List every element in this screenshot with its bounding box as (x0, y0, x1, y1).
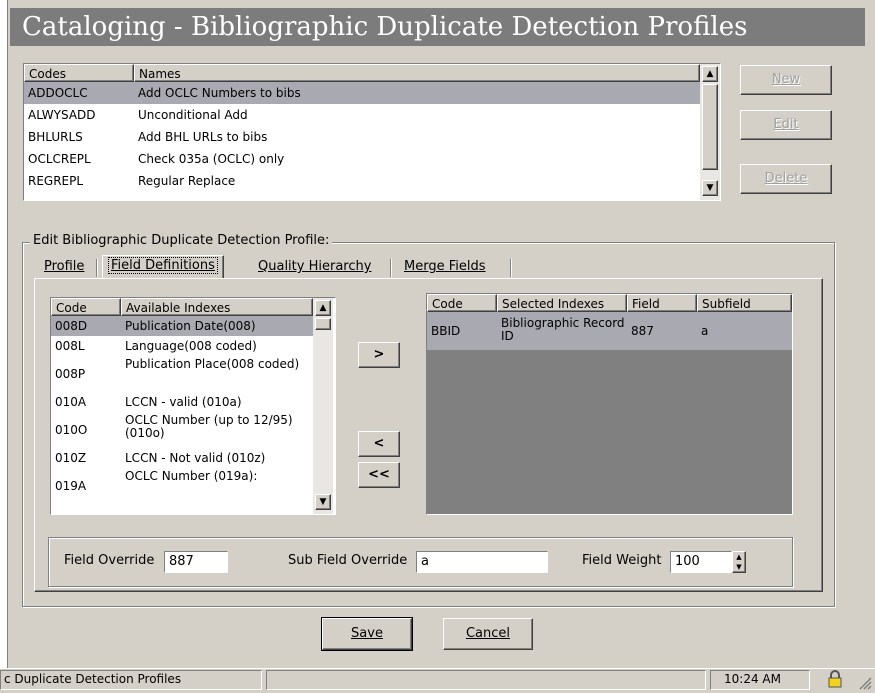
tab-profile[interactable]: Profile (38, 257, 90, 279)
field-override-label: Field Override (64, 553, 155, 568)
save-button[interactable]: Save (321, 617, 413, 651)
available-indexes-list[interactable]: Code Available Indexes 008D Publication D… (50, 297, 336, 515)
status-panel-empty (266, 670, 706, 690)
selected-list-header: Code Selected Indexes Field Subfield (427, 294, 792, 312)
field-weight-label: Field Weight (582, 553, 662, 568)
selected-index-name: Bibliographic Record ID (501, 316, 625, 343)
profile-name: Add OCLC Numbers to bibs (138, 86, 301, 100)
available-index-row[interactable]: 008P Publication Place(008 coded) (51, 356, 313, 392)
add-index-button[interactable]: > (358, 342, 400, 368)
column-header-codes[interactable]: Codes (24, 64, 134, 82)
column-header-code[interactable]: Code (51, 298, 121, 316)
edit-profile-group-label: Edit Bibliographic Duplicate Detection P… (30, 233, 333, 248)
selected-index-code: BBID (431, 324, 461, 338)
tab-separator (390, 259, 392, 277)
index-code: 008P (55, 367, 86, 381)
available-list-header: Code Available Indexes (51, 298, 313, 316)
tab-field-definitions[interactable]: Field Definitions (102, 255, 224, 279)
selected-index-row[interactable]: BBID Bibliographic Record ID 887 a (427, 312, 792, 350)
column-header-names[interactable]: Names (134, 64, 700, 82)
lock-icon (826, 670, 844, 688)
resize-grip-icon[interactable] (856, 674, 872, 690)
column-header-field[interactable]: Field (627, 294, 697, 312)
index-name: LCCN - valid (010a) (125, 395, 242, 409)
available-scrollbar[interactable]: ▲ ▼ (313, 298, 333, 514)
available-index-row[interactable]: 019A OCLC Number (019a): (51, 468, 313, 504)
index-code: 010A (55, 395, 87, 409)
profile-row[interactable]: REGREPL Regular Replace (24, 170, 700, 192)
selected-index-field: 887 (631, 324, 654, 338)
spin-up-icon[interactable]: ▲ (733, 552, 745, 562)
tab-separator (96, 259, 98, 277)
index-name: Publication Place(008 coded) (125, 357, 300, 371)
profile-code: ADDOCLC (28, 86, 88, 100)
column-header-selected-indexes[interactable]: Selected Indexes (497, 294, 627, 312)
index-name: Publication Date(008) (125, 319, 256, 333)
tab-quality-hierarchy[interactable]: Quality Hierarchy (252, 257, 377, 279)
index-code: 010Z (55, 451, 87, 465)
index-code: 019A (55, 479, 87, 493)
field-weight-spinner[interactable]: ▲ ▼ (732, 551, 746, 573)
column-header-available-indexes[interactable]: Available Indexes (121, 298, 313, 316)
profiles-list-header: Codes Names (24, 64, 700, 82)
index-code: 008D (55, 319, 88, 333)
field-override-input[interactable]: 887 (164, 551, 228, 573)
profiles-list[interactable]: Codes Names ADDOCLC Add OCLC Numbers to b… (23, 63, 721, 201)
profile-code: OCLCREPL (28, 152, 91, 166)
tab-separator (510, 259, 512, 277)
available-index-row[interactable]: 008L Language(008 coded) (51, 336, 313, 356)
profile-name: Regular Replace (138, 174, 236, 188)
profile-code: REGREPL (28, 174, 84, 188)
scroll-up-icon[interactable]: ▲ (315, 300, 331, 316)
profile-code: ALWYSADD (28, 108, 96, 122)
index-name: OCLC Number (up to 12/95) (010o) (125, 413, 293, 440)
selected-indexes-list[interactable]: Code Selected Indexes Field Subfield BBI… (426, 293, 793, 515)
field-weight-input[interactable]: 100 (670, 551, 732, 573)
new-button[interactable]: New (740, 65, 832, 95)
subfield-override-label: Sub Field Override (288, 553, 408, 568)
column-header-code[interactable]: Code (427, 294, 497, 312)
index-code: 008L (55, 339, 85, 353)
scroll-up-icon[interactable]: ▲ (702, 66, 718, 82)
profile-name: Add BHL URLs to bibs (138, 130, 268, 144)
page-title: Cataloging - Bibliographic Duplicate Det… (10, 8, 865, 46)
index-name: Language(008 coded) (125, 339, 257, 353)
profile-row[interactable]: ADDOCLC Add OCLC Numbers to bibs (24, 82, 700, 104)
cancel-button[interactable]: Cancel (443, 618, 533, 650)
tab-merge-fields[interactable]: Merge Fields (398, 257, 492, 279)
index-name: LCCN - Not valid (010z) (125, 451, 266, 465)
profile-row[interactable]: BHLURLS Add BHL URLs to bibs (24, 126, 700, 148)
profile-name: Unconditional Add (138, 108, 248, 122)
window-left-edge (0, 0, 8, 691)
edit-button[interactable]: Edit (740, 110, 832, 140)
profile-row[interactable]: OCLCREPL Check 035a (OCLC) only (24, 148, 700, 170)
spin-down-icon[interactable]: ▼ (733, 562, 745, 572)
selected-index-subfield: a (701, 324, 709, 338)
index-name: OCLC Number (019a): (125, 469, 258, 483)
scroll-down-icon[interactable]: ▼ (315, 494, 331, 510)
available-index-row[interactable]: 010Z LCCN - Not valid (010z) (51, 448, 313, 468)
profiles-scrollbar[interactable]: ▲ ▼ (700, 64, 720, 200)
remove-index-button[interactable]: < (358, 431, 400, 457)
delete-button[interactable]: Delete (740, 164, 832, 194)
profile-name: Check 035a (OCLC) only (138, 152, 285, 166)
status-text: c Duplicate Detection Profiles (4, 672, 182, 686)
subfield-override-input[interactable]: a (416, 551, 548, 573)
column-header-subfield[interactable]: Subfield (697, 294, 792, 312)
profile-row[interactable]: ALWYSADD Unconditional Add (24, 104, 700, 126)
scroll-thumb[interactable] (315, 318, 331, 330)
available-index-row[interactable]: 008D Publication Date(008) (51, 316, 313, 336)
available-index-row[interactable]: 010O OCLC Number (up to 12/95) (010o) (51, 412, 313, 448)
status-time: 10:24 AM (724, 672, 781, 686)
profile-code: BHLURLS (28, 130, 83, 144)
scroll-down-icon[interactable]: ▼ (702, 180, 718, 196)
remove-all-button[interactable]: << (358, 462, 400, 488)
scroll-thumb[interactable] (702, 84, 718, 170)
index-code: 010O (55, 423, 88, 437)
available-index-row[interactable]: 010A LCCN - valid (010a) (51, 392, 313, 412)
